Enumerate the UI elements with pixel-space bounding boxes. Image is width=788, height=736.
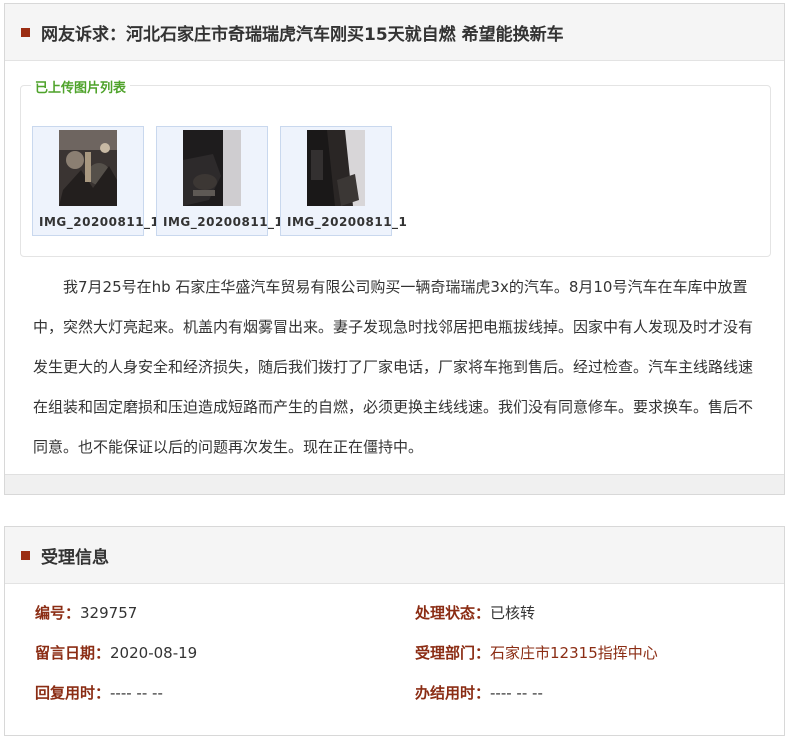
image-thumbnail-2[interactable]: IMG_20200811_1: [156, 126, 283, 236]
car-interior-photo-icon: [307, 130, 365, 206]
status-value: 已核转: [490, 604, 536, 622]
acceptance-header: 受理信息: [5, 527, 784, 584]
image-name: IMG_20200811_1: [163, 215, 284, 229]
image-thumbnail-1[interactable]: IMG_20200811_1: [32, 126, 159, 236]
title-marker-icon: [21, 551, 30, 560]
complaint-header: 网友诉求：河北石家庄市奇瑞瑞虎汽车刚买15天就自燃 希望能换新车: [5, 4, 784, 61]
info-row-3: 回复用时：---- -- -- 办结用时：---- -- --: [35, 682, 775, 706]
image-name: IMG_20200811_1: [287, 215, 408, 229]
number-field: 编号：329757: [35, 602, 137, 623]
reply-time-field: 回复用时：---- -- --: [35, 682, 163, 703]
info-row-1: 编号：329757 处理状态：已核转: [35, 602, 775, 626]
date-value: 2020-08-19: [110, 644, 198, 662]
acceptance-panel: 受理信息 编号：329757 处理状态：已核转 留言日期：2020-08-19 …: [4, 526, 785, 736]
number-label: 编号：: [35, 604, 81, 622]
image-name: IMG_20200811_1: [39, 215, 160, 229]
done-time-label: 办结用时：: [415, 684, 491, 702]
status-field: 处理状态：已核转: [415, 602, 535, 623]
date-label: 留言日期：: [35, 644, 111, 662]
acceptance-title: 受理信息: [41, 548, 109, 568]
uploaded-images-legend: 已上传图片列表: [31, 77, 131, 96]
image-thumbnail-3[interactable]: IMG_20200811_1: [280, 126, 407, 236]
date-field: 留言日期：2020-08-19: [35, 642, 197, 663]
reply-time-label: 回复用时：: [35, 684, 111, 702]
done-time-value: ---- -- --: [490, 684, 543, 702]
complaint-panel: 网友诉求：河北石家庄市奇瑞瑞虎汽车刚买15天就自燃 希望能换新车 已上传图片列表…: [4, 3, 785, 495]
car-wiring-photo-icon: [183, 130, 241, 206]
dept-field: 受理部门：石家庄市12315指挥中心: [415, 642, 658, 663]
done-time-field: 办结用时：---- -- --: [415, 682, 543, 703]
uploaded-images-group: 已上传图片列表 IMG_20200811_1 IMG_20200811_1 IM…: [20, 77, 771, 257]
complaint-title: 网友诉求：河北石家庄市奇瑞瑞虎汽车刚买15天就自燃 希望能换新车: [41, 25, 564, 45]
complaint-body: 我7月25号在hb 石家庄华盛汽车贸易有限公司购买一辆奇瑞瑞虎3x的汽车。8月1…: [33, 278, 754, 456]
reply-time-value: ---- -- --: [110, 684, 163, 702]
car-engine-photo-icon: [59, 130, 117, 206]
number-value: 329757: [80, 604, 138, 622]
dept-value: 石家庄市12315指挥中心: [490, 644, 658, 662]
title-marker-icon: [21, 28, 30, 37]
dept-label: 受理部门：: [415, 644, 491, 662]
status-label: 处理状态：: [415, 604, 491, 622]
info-row-2: 留言日期：2020-08-19 受理部门：石家庄市12315指挥中心: [35, 642, 775, 666]
panel-footer: [5, 474, 784, 494]
